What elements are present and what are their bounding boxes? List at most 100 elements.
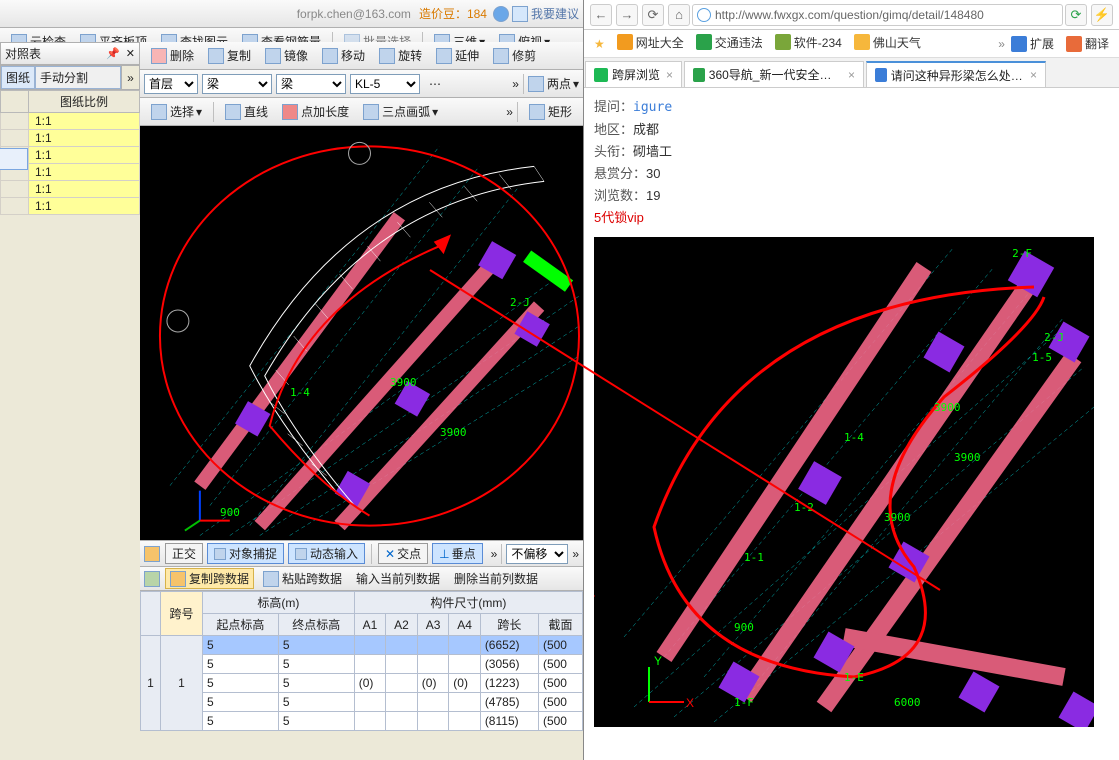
member-props-button[interactable]: ⋯	[424, 75, 446, 93]
offset-select[interactable]: 不偏移	[506, 544, 568, 564]
cell-a3[interactable]	[417, 693, 449, 712]
ratio-row[interactable]: 1:1	[1, 113, 140, 130]
cell-a4[interactable]	[449, 693, 481, 712]
cell-a4[interactable]	[449, 636, 481, 655]
span-row[interactable]: 55(0)(0)(0)(1223)(500	[141, 674, 583, 693]
snap-overflow-icon[interactable]: »	[491, 547, 498, 561]
address-bar[interactable]: http://www.fwxgx.com/question/gimq/detai…	[692, 4, 1063, 26]
bell-icon[interactable]	[493, 6, 509, 22]
floor-select[interactable]: 首层	[144, 74, 198, 94]
browser-tab[interactable]: 360导航_新一代安全上网导航×	[684, 61, 864, 87]
reload-button[interactable]: ⟳	[642, 4, 664, 26]
trim-button[interactable]: 修剪	[488, 45, 541, 66]
cell-a1[interactable]	[354, 712, 386, 731]
cell-a1[interactable]	[354, 655, 386, 674]
panel-more-icon[interactable]: »	[121, 66, 139, 89]
tab-manual-split[interactable]: 手动分割	[35, 66, 121, 89]
rect-button[interactable]: 矩形	[524, 101, 577, 122]
cell-sec[interactable]: (500	[538, 674, 582, 693]
bm-overflow-icon[interactable]: »	[998, 37, 1005, 51]
cell-a2[interactable]	[386, 655, 418, 674]
close-icon[interactable]: ✕	[126, 47, 135, 60]
span-row[interactable]: 1155(6652)(500	[141, 636, 583, 655]
home-button[interactable]: ⌂	[668, 4, 690, 26]
snap-overflow2-icon[interactable]: »	[572, 547, 579, 561]
cell-a2[interactable]	[386, 674, 418, 693]
member-select[interactable]: KL-5	[350, 74, 420, 94]
ortho-toggle[interactable]: 正交	[165, 543, 203, 564]
cell-len[interactable]: (6652)	[480, 636, 538, 655]
bookmark-item[interactable]: 交通违法	[696, 34, 763, 51]
bookmark-item[interactable]: 佛山天气	[854, 34, 921, 51]
back-button[interactable]: ←	[590, 4, 612, 26]
tab-drawings[interactable]: 图纸	[1, 66, 35, 89]
cell-start[interactable]: 5	[203, 674, 279, 693]
flash-button[interactable]: ⚡	[1091, 4, 1113, 26]
category1-select[interactable]: 梁	[202, 74, 272, 94]
cell-end[interactable]: 5	[278, 636, 354, 655]
overflow-icon[interactable]: »	[512, 77, 519, 91]
ratio-row[interactable]: 1:1	[1, 181, 140, 198]
bookmark-item[interactable]: 软件-234	[775, 34, 842, 51]
select-button[interactable]: 选择▾	[146, 101, 207, 122]
extensions-button[interactable]: 扩展	[1011, 35, 1054, 52]
bookmark-item[interactable]: 网址大全	[617, 34, 684, 51]
perp-toggle[interactable]: ⊥垂点	[432, 543, 482, 564]
cell-start[interactable]: 5	[203, 693, 279, 712]
cell-a1[interactable]	[354, 636, 386, 655]
cell-sec[interactable]: (500	[538, 693, 582, 712]
cell-start[interactable]: 5	[203, 712, 279, 731]
input-col-button[interactable]: 输入当前列数据	[351, 568, 445, 589]
cell-a3[interactable]	[417, 712, 449, 731]
pin-icon[interactable]: 📌	[106, 47, 120, 60]
mirror-button[interactable]: 镜像	[260, 45, 313, 66]
line-button[interactable]: 直线	[220, 101, 273, 122]
suggest-link[interactable]: 我要建议	[531, 5, 579, 22]
cell-sec[interactable]: (500	[538, 712, 582, 731]
point-length-button[interactable]: 点加长度	[277, 101, 354, 122]
paste-spans-button[interactable]: 粘贴跨数据	[258, 568, 347, 589]
cell-a1[interactable]	[354, 693, 386, 712]
span-row[interactable]: 55(8115)(500	[141, 712, 583, 731]
tab-close-icon[interactable]: ×	[666, 68, 673, 82]
cad-viewport[interactable]: 3900 3900 900 2-J 1-4	[140, 126, 583, 540]
translate-button[interactable]: 翻译	[1066, 35, 1109, 52]
cell-a3[interactable]	[417, 655, 449, 674]
ask-val[interactable]: igure	[633, 100, 672, 115]
cell-len[interactable]: (3056)	[480, 655, 538, 674]
cell-start[interactable]: 5	[203, 655, 279, 674]
cell-a1[interactable]: (0)	[354, 674, 386, 693]
tab-close-icon[interactable]: ×	[1030, 68, 1037, 82]
browser-tab[interactable]: 跨屏浏览×	[585, 61, 682, 87]
favorite-icon[interactable]: ★	[594, 37, 605, 51]
ratio-row[interactable]: 1:1	[1, 130, 140, 147]
delete-col-button[interactable]: 删除当前列数据	[449, 568, 543, 589]
cell-a2[interactable]	[386, 712, 418, 731]
span-row[interactable]: 55 (3056)(500	[141, 655, 583, 674]
copy-button[interactable]: 复制	[203, 45, 256, 66]
category2-select[interactable]: 梁	[276, 74, 346, 94]
floating-handle[interactable]	[0, 148, 28, 170]
refresh-green-button[interactable]: ⟳	[1065, 4, 1087, 26]
copy-spans-button[interactable]: 复制跨数据	[165, 568, 254, 589]
spans-table[interactable]: 跨号 标高(m) 构件尺寸(mm) 起点标高 终点标高 A1 A2 A3 A4 …	[140, 591, 583, 731]
forward-button[interactable]: →	[616, 4, 638, 26]
cell-a2[interactable]	[386, 693, 418, 712]
cell-a2[interactable]	[386, 636, 418, 655]
tab-close-icon[interactable]: ×	[848, 68, 855, 82]
xpoint-toggle[interactable]: ✕交点	[378, 543, 428, 564]
extend-button[interactable]: 延伸	[431, 45, 484, 66]
cell-a4[interactable]	[449, 712, 481, 731]
cell-a3[interactable]	[417, 636, 449, 655]
snap-menu-icon[interactable]	[144, 546, 160, 562]
delete-button[interactable]: 删除	[146, 45, 199, 66]
cell-end[interactable]: 5	[278, 674, 354, 693]
arc3-button[interactable]: 三点画弧▾	[358, 101, 443, 122]
cell-end[interactable]: 5	[278, 655, 354, 674]
cell-sec[interactable]: (500	[538, 636, 582, 655]
cell-sec[interactable]: (500	[538, 655, 582, 674]
cell-start[interactable]: 5	[203, 636, 279, 655]
draw-overflow-icon[interactable]: »	[506, 105, 513, 119]
cell-end[interactable]: 5	[278, 712, 354, 731]
browser-tab[interactable]: 请问这种异形梁怎么处理-广联×	[866, 61, 1046, 87]
